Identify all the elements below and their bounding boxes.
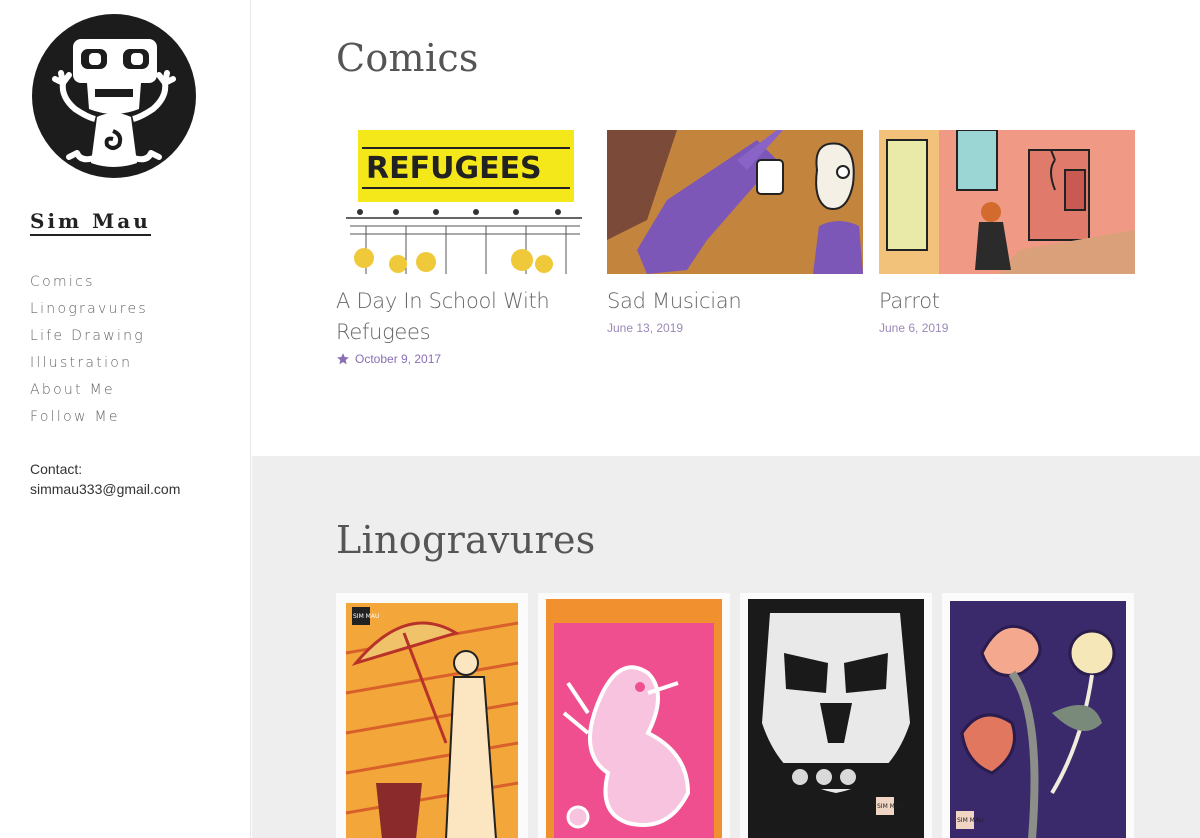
nav-link-illustration[interactable]: Illustration [30,355,132,371]
svg-text:REFUGEES: REFUGEES [366,151,542,186]
nav-item-linogravures: Linogravures [30,298,148,325]
post-date-text: October 9, 2017 [355,352,442,366]
nav-link-comics[interactable]: Comics [30,274,95,290]
post-card: Sad Musician June 13, 2019 [607,130,863,335]
contact-info: Contact: simmau333@gmail.com [30,459,180,499]
nav-item-comics: Comics [30,271,148,298]
post-date: October 9, 2017 [336,352,592,366]
post-thumbnail-refugees[interactable]: REFUGEES [336,130,592,274]
contact-label: Contact: [30,461,83,477]
main-nav: Comics Linogravures Life Drawing Illustr… [30,271,148,433]
lino-print-umbrella[interactable]: SIM MAU [336,593,528,838]
post-date-text: June 13, 2019 [607,321,684,335]
lino-print-bird[interactable] [538,593,730,838]
post-title[interactable]: Sad Musician [607,286,863,317]
post-date: June 13, 2019 [607,321,863,335]
comics-section: Comics REFUGEES A Day In School With Ref… [252,0,1200,456]
post-date-text: June 6, 2019 [879,321,949,335]
nav-item-illustration: Illustration [30,352,148,379]
comics-heading: Comics [336,36,479,80]
nav-item-follow-me: Follow Me [30,406,148,433]
post-card: Parrot June 6, 2019 [879,130,1135,335]
site-logo[interactable] [31,13,197,179]
main-content: Comics REFUGEES A Day In School With Ref… [252,0,1200,838]
lino-print-flowers[interactable]: SIM MAU [942,593,1134,838]
linogravures-heading: Linogravures [336,518,596,562]
contact-email: simmau333@gmail.com [30,481,181,497]
star-icon [337,353,349,365]
svg-text:SIM MAU: SIM MAU [353,613,379,620]
svg-text:SIM MAU: SIM MAU [957,817,983,824]
logo-face-icon [32,14,196,178]
site-title[interactable]: Sim Mau [30,209,151,236]
sidebar: Sim Mau Comics Linogravures Life Drawing… [0,0,251,838]
svg-text:SIM MAU: SIM MAU [877,803,903,810]
post-date: June 6, 2019 [879,321,1135,335]
nav-item-life-drawing: Life Drawing [30,325,148,352]
lino-print-mask[interactable]: SIM MAU [740,593,932,838]
nav-link-life-drawing[interactable]: Life Drawing [30,328,145,344]
nav-link-follow-me[interactable]: Follow Me [30,409,120,425]
nav-link-linogravures[interactable]: Linogravures [30,301,148,317]
post-title[interactable]: A Day In School With Refugees [336,286,592,348]
nav-link-about-me[interactable]: About Me [30,382,115,398]
post-title[interactable]: Parrot [879,286,1135,317]
post-thumbnail-parrot[interactable] [879,130,1135,274]
post-thumbnail-sad-musician[interactable] [607,130,863,274]
nav-item-about-me: About Me [30,379,148,406]
post-card: REFUGEES A Day In School With Refugees O… [336,130,592,366]
linogravures-section: Linogravures SIM MAU SIM MAU SIM MAU [252,456,1200,838]
